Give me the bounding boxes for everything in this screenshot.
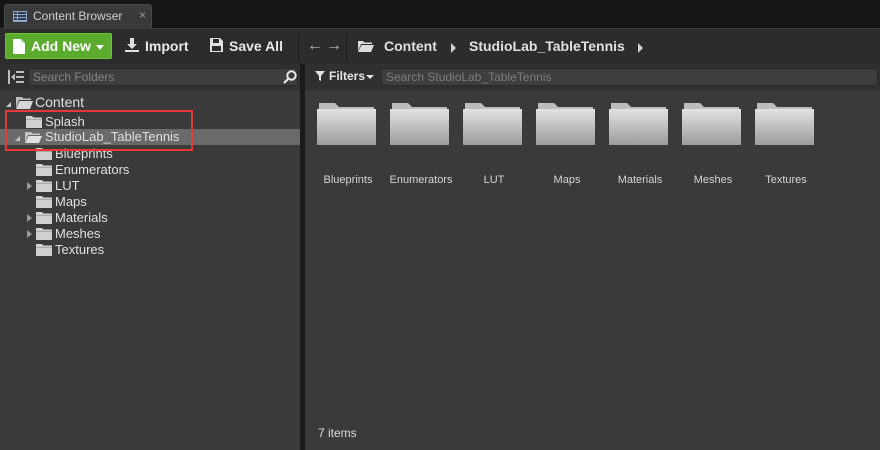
content-browser-icon — [13, 11, 27, 22]
tree-item-label: Maps — [55, 194, 87, 209]
collapse-sources-icon[interactable] — [8, 70, 24, 84]
folder-icon — [536, 103, 595, 145]
collapsed-arrow-icon[interactable] — [27, 182, 32, 190]
folder-icon — [36, 228, 52, 240]
asset-tile-lut[interactable]: LUT — [463, 101, 525, 191]
folder-icon — [609, 103, 668, 145]
import-icon — [125, 38, 139, 52]
tree-item-label: Content — [35, 94, 85, 110]
add-new-label: Add New — [31, 38, 91, 54]
import-button[interactable]: Import — [123, 33, 193, 59]
asset-panel-header: Filters — [305, 64, 880, 90]
asset-tile-blueprints[interactable]: Blueprints — [317, 101, 379, 191]
folder-open-icon — [16, 97, 33, 109]
expanded-arrow-icon[interactable] — [6, 97, 11, 107]
breadcrumb-arrow-icon[interactable] — [638, 43, 643, 53]
new-file-icon — [13, 39, 25, 54]
breadcrumb-studiolab[interactable]: StudioLab_TableTennis — [469, 38, 625, 54]
breadcrumb-content[interactable]: Content — [384, 38, 437, 54]
tree-item-meshes[interactable]: Meshes — [0, 226, 300, 242]
folder-icon — [36, 212, 52, 224]
folder-panel-header — [0, 64, 300, 90]
asset-tile-textures[interactable]: Textures — [755, 101, 817, 191]
tab-strip: Content Browser × — [0, 0, 880, 30]
tree-item-label: Meshes — [55, 226, 101, 241]
folder-icon — [36, 180, 52, 192]
folder-open-icon[interactable] — [358, 40, 374, 52]
folder-icon — [682, 103, 741, 145]
filters-label: Filters — [329, 69, 366, 83]
folder-icon — [463, 103, 522, 145]
search-icon[interactable] — [283, 70, 297, 84]
folder-search-input[interactable] — [29, 69, 269, 85]
toolbar-separator — [298, 33, 299, 61]
filter-icon — [315, 71, 325, 81]
folder-icon — [36, 196, 52, 208]
tab-title: Content Browser — [33, 9, 123, 23]
collapsed-arrow-icon[interactable] — [27, 214, 32, 222]
close-icon[interactable]: × — [139, 8, 146, 22]
tree-item-lut[interactable]: LUT — [0, 178, 300, 194]
tree-item-enumerators[interactable]: Enumerators — [0, 162, 300, 178]
add-new-button[interactable]: Add New — [5, 33, 112, 59]
save-all-button[interactable]: Save All — [208, 33, 288, 59]
tree-item-label: Materials — [55, 210, 108, 225]
back-arrow-icon[interactable]: ← — [307, 37, 323, 55]
folder-search-box — [28, 68, 298, 86]
toolbar: Add New Import Save All ← → Content Stud… — [0, 28, 880, 65]
forward-arrow-icon[interactable]: → — [326, 37, 342, 55]
save-icon — [210, 38, 223, 52]
item-count: 7 items — [318, 426, 357, 440]
tree-item-label: LUT — [55, 178, 80, 193]
tree-item-materials[interactable]: Materials — [0, 210, 300, 226]
toolbar-separator — [346, 33, 347, 61]
chevron-down-icon — [96, 45, 104, 50]
highlight-annotation-box — [5, 110, 193, 151]
import-label: Import — [145, 38, 189, 54]
folder-icon — [755, 103, 814, 145]
folder-icon — [390, 103, 449, 145]
asset-tile-meshes[interactable]: Meshes — [682, 101, 744, 191]
tree-item-label: Textures — [55, 242, 105, 257]
tree-item-label: Enumerators — [55, 162, 130, 177]
asset-search-box — [381, 68, 878, 86]
asset-view-panel: Filters Blueprints Enumerators LUT — [305, 64, 880, 450]
asset-search-input[interactable] — [382, 69, 877, 85]
tree-item-maps[interactable]: Maps — [0, 194, 300, 210]
folder-icon — [36, 164, 52, 176]
asset-tile-enumerators[interactable]: Enumerators — [390, 101, 452, 191]
asset-tile-maps[interactable]: Maps — [536, 101, 598, 191]
tree-item-textures[interactable]: Textures — [0, 242, 300, 258]
tab-content-browser[interactable]: Content Browser × — [4, 4, 152, 28]
collapsed-arrow-icon[interactable] — [27, 230, 32, 238]
asset-tile-label: Textures — [765, 174, 807, 186]
folder-icon — [36, 244, 52, 256]
asset-tile-materials[interactable]: Materials — [609, 101, 671, 191]
breadcrumb-arrow-icon[interactable] — [451, 43, 456, 53]
save-all-label: Save All — [229, 38, 283, 54]
chevron-down-icon — [366, 75, 374, 79]
folder-icon — [317, 103, 376, 145]
